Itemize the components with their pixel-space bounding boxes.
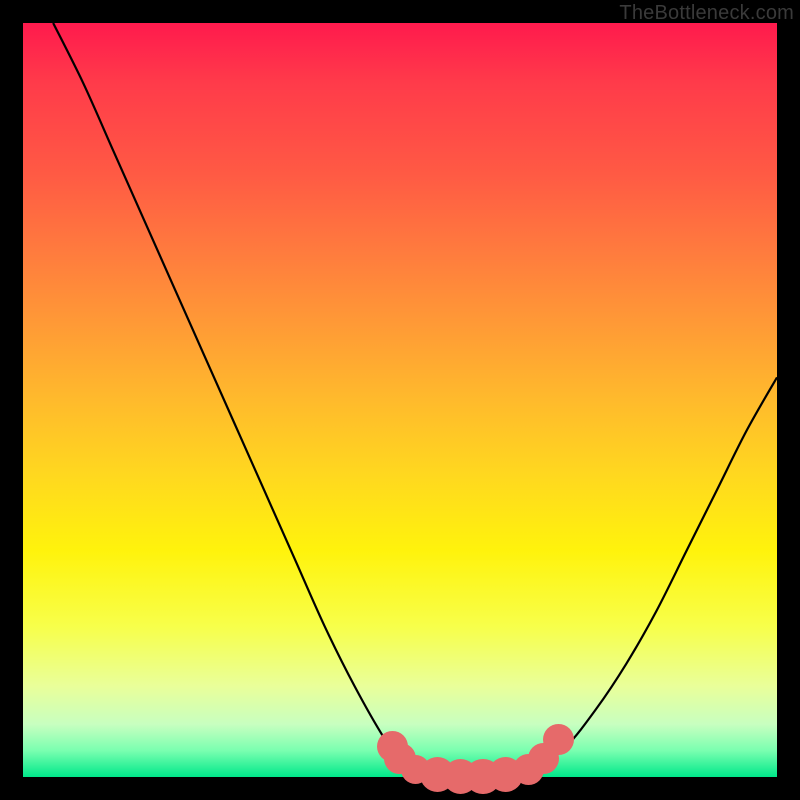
curve-layer	[23, 23, 777, 777]
left-curve	[53, 23, 407, 769]
right-curve	[536, 377, 777, 769]
chart-stage: TheBottleneck.com	[0, 0, 800, 800]
plot-area	[23, 23, 777, 777]
attribution-label: TheBottleneck.com	[619, 2, 794, 25]
valley-marker	[543, 724, 574, 755]
